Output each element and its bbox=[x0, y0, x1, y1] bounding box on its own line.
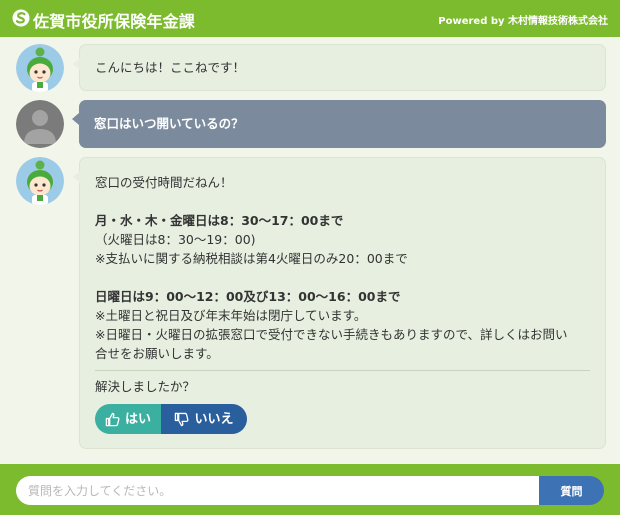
answer-intro: 窓口の受付時間だねん！ bbox=[95, 175, 233, 190]
feedback-yes-label: はい bbox=[124, 411, 151, 427]
mascot-avatar bbox=[16, 157, 64, 205]
chat-area[interactable]: こんにちは！ここねです！ 窓口はいつ開いているの？ 窓口の受付時間だねん！ 月・… bbox=[0, 37, 620, 464]
feedback-yes-button[interactable]: はい bbox=[95, 404, 161, 434]
send-button-label: 質問 bbox=[560, 484, 583, 498]
feedback-buttons: はい いいえ bbox=[95, 404, 247, 434]
divider bbox=[95, 370, 590, 371]
user-avatar bbox=[16, 100, 64, 148]
message-text: こんにちは！ここねです！ bbox=[95, 60, 246, 75]
thumbs-down-icon bbox=[175, 412, 189, 426]
bot-message-answer: 窓口の受付時間だねん！ 月・水・木・金曜日は8：30～17：00まで （火曜日は… bbox=[73, 157, 606, 449]
city-logo-icon bbox=[12, 9, 30, 27]
extended-window-note-cont: 合せをお願いします。 bbox=[95, 346, 219, 361]
app-header: 佐賀市役所保険年金課 Powered by 木村情報技術株式会社 bbox=[0, 0, 620, 37]
question-input[interactable] bbox=[16, 476, 539, 505]
user-message: 窓口はいつ開いているの？ bbox=[72, 100, 606, 148]
feedback-no-label: いいえ bbox=[194, 411, 234, 427]
closed-note: ※土曜日と祝日及び年末年始は閉庁しています。 bbox=[95, 308, 367, 323]
thumbs-up-icon bbox=[105, 412, 120, 426]
mascot-avatar bbox=[16, 44, 64, 92]
extended-window-note: ※日曜日・火曜日の拡張窓口で受付できない手続きもありますので、詳しくはお問い bbox=[95, 327, 568, 342]
weekday-hours: 月・水・木・金曜日は8：30～17：00まで bbox=[95, 213, 344, 228]
sunday-hours: 日曜日は9：00～12：00及び13：00～16：00まで bbox=[95, 289, 401, 304]
tax-consult-note: ※支払いに関する納税相談は第4火曜日のみ20：00まで bbox=[95, 251, 408, 266]
send-button[interactable]: 質問 bbox=[539, 476, 604, 505]
feedback-question: 解決しましたか？ bbox=[95, 379, 196, 394]
bot-message-greeting: こんにちは！ここねです！ bbox=[73, 44, 606, 91]
powered-by-text: Powered by 木村情報技術株式会社 bbox=[438, 16, 608, 27]
input-bar: 質問 bbox=[0, 464, 620, 515]
feedback-no-button[interactable]: いいえ bbox=[161, 404, 247, 434]
message-text: 窓口はいつ開いているの？ bbox=[94, 116, 244, 131]
app-title: 佐賀市役所保険年金課 bbox=[33, 12, 196, 31]
tuesday-hours: （火曜日は8：30～19：00) bbox=[95, 232, 256, 247]
